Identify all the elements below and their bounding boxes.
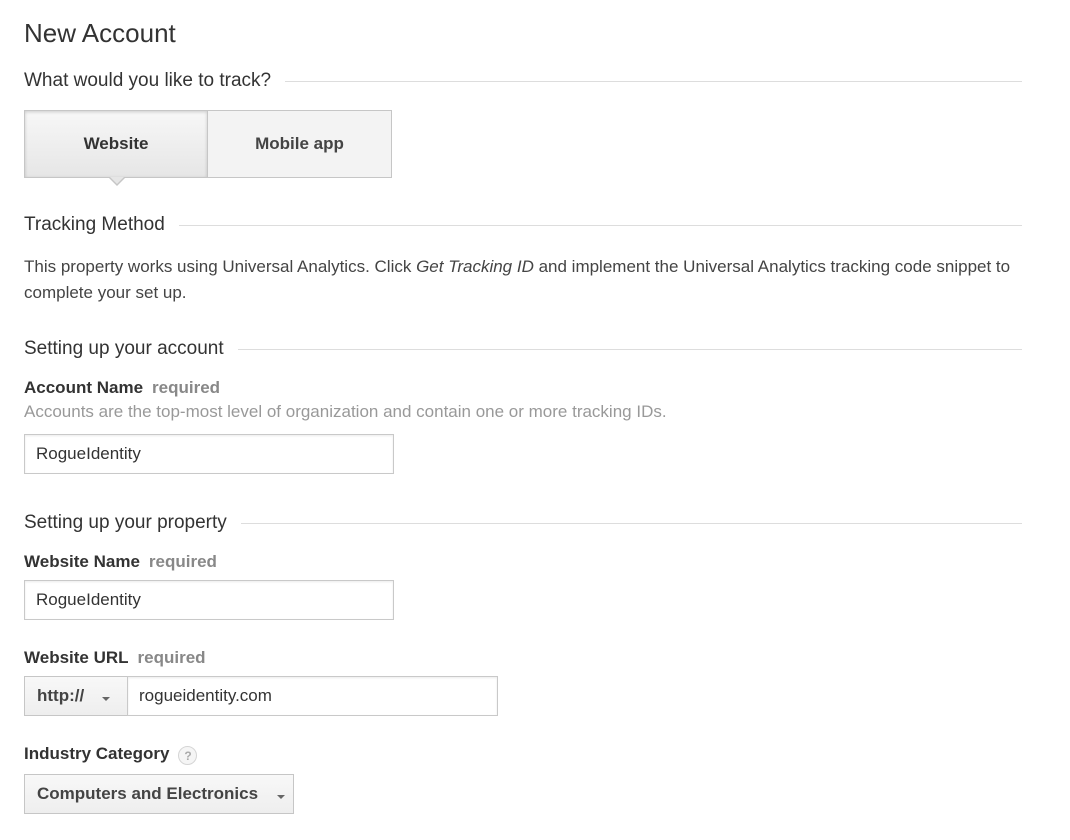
website-toggle-label: Website <box>83 134 149 153</box>
account-name-label-text: Account Name <box>24 378 144 397</box>
required-tag: required <box>137 648 206 667</box>
mobile-app-toggle-button[interactable]: Mobile app <box>208 110 392 178</box>
account-section-heading: Setting up your account <box>24 337 1022 361</box>
industry-category-label: Industry Category ? <box>24 743 198 765</box>
chevron-down-icon <box>277 795 286 799</box>
industry-category-select[interactable]: Computers and Electronics <box>24 774 294 814</box>
required-tag: required <box>152 378 221 397</box>
website-name-label: Website Name required <box>24 551 217 573</box>
industry-category-label-text: Industry Category <box>24 744 170 763</box>
website-url-input[interactable] <box>127 676 498 716</box>
help-icon[interactable]: ? <box>178 746 198 765</box>
required-tag: required <box>148 552 217 571</box>
protocol-select[interactable]: http:// <box>24 676 128 716</box>
divider <box>240 522 1022 524</box>
track-type-toggle: Website Mobile app <box>24 110 392 186</box>
industry-category-value: Computers and Electronics <box>37 784 259 803</box>
tracking-method-label: Tracking Method <box>24 214 165 235</box>
description-text-start: This property works using Universal Anal… <box>24 257 417 276</box>
property-heading-label: Setting up your property <box>24 512 227 533</box>
account-name-input[interactable] <box>24 434 394 474</box>
chevron-down-icon <box>102 697 111 701</box>
website-name-input[interactable] <box>24 580 394 620</box>
website-url-label: Website URL required <box>24 647 206 669</box>
track-heading-label: What would you like to track? <box>24 70 272 91</box>
selected-pointer-icon <box>109 177 125 186</box>
account-heading-label: Setting up your account <box>24 338 224 359</box>
tracking-method-heading: Tracking Method <box>24 213 1022 237</box>
page-title: New Account <box>24 18 176 48</box>
website-name-label-text: Website Name <box>24 552 140 571</box>
website-url-label-text: Website URL <box>24 648 129 667</box>
account-name-label: Account Name required <box>24 377 220 399</box>
tracking-method-description: This property works using Universal Anal… <box>24 254 1014 306</box>
new-account-page: New Account What would you like to track… <box>0 0 1070 840</box>
get-tracking-id-emphasis: Get Tracking ID <box>416 257 534 276</box>
property-section-heading: Setting up your property <box>24 511 1022 535</box>
website-toggle-button[interactable]: Website <box>24 110 208 186</box>
account-name-helper: Accounts are the top-most level of organ… <box>24 402 667 421</box>
divider <box>285 80 1022 82</box>
mobile-app-toggle-label: Mobile app <box>255 134 344 153</box>
divider <box>237 348 1022 350</box>
divider <box>178 224 1022 226</box>
track-section-heading: What would you like to track? <box>24 69 1022 93</box>
protocol-value: http:// <box>37 686 85 705</box>
